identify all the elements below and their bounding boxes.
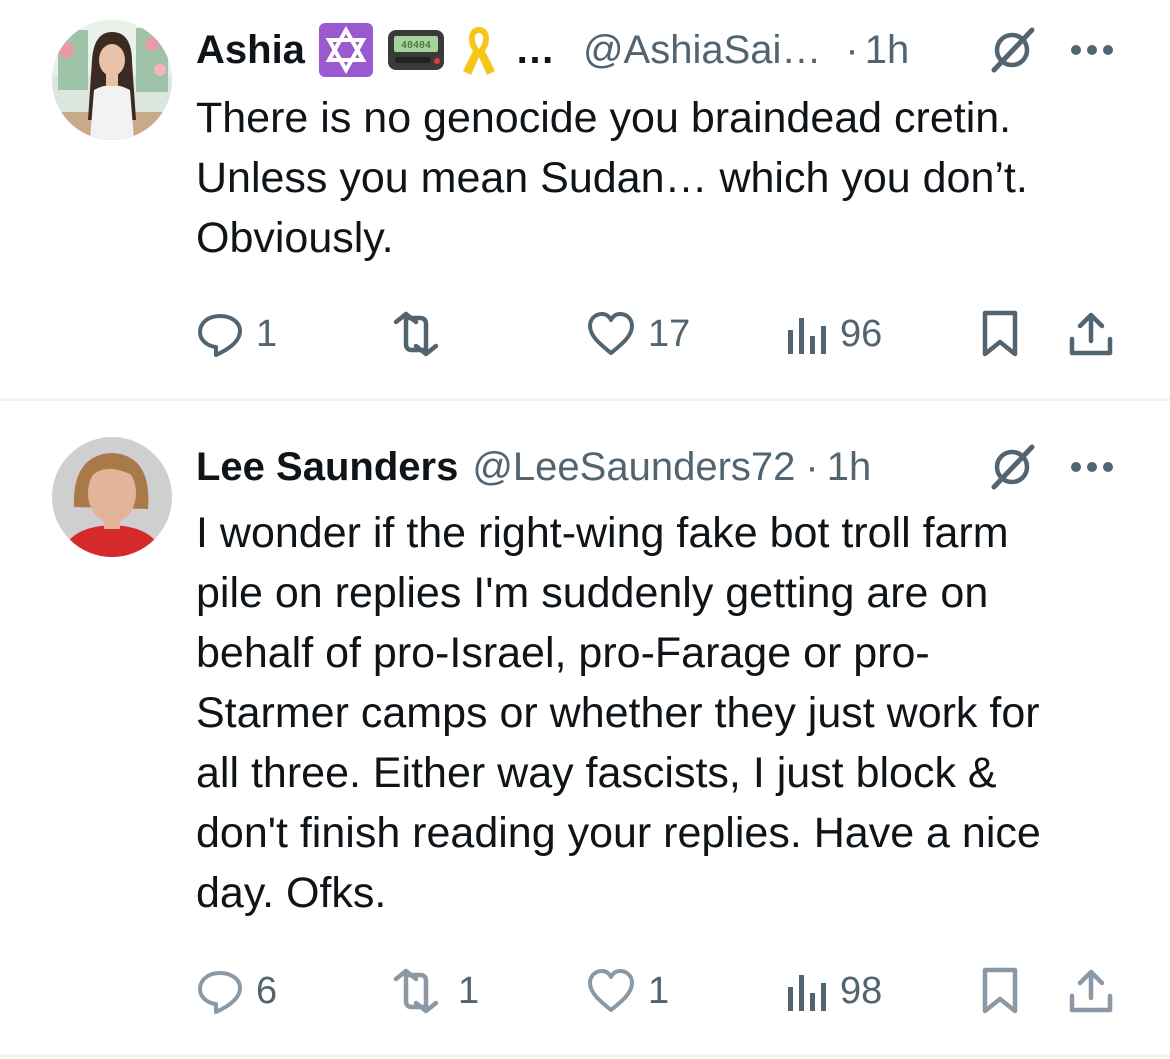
action-bar: 6 1 1 98 — [196, 961, 1116, 1021]
tweet-text-line: There is no genocide you braindead creti… — [196, 94, 1012, 142]
handle[interactable]: @LeeSaunders72 — [472, 445, 795, 490]
views-button[interactable]: 98 — [786, 961, 882, 1021]
display-name[interactable]: Ashia — [196, 28, 305, 73]
more-options-icon[interactable] — [1070, 461, 1114, 473]
repost-icon — [393, 968, 439, 1014]
tweet-text-line: Starmer camps or whether they just work … — [196, 689, 1040, 737]
timestamp[interactable]: 1h — [827, 445, 872, 490]
tweet-text-line: Unless you mean Sudan… which you don’t. — [196, 154, 1028, 202]
avatar[interactable] — [52, 20, 172, 140]
separator-dot: · — [805, 444, 819, 489]
reply-count: 6 — [256, 969, 278, 1012]
bookmark-button[interactable] — [980, 304, 1020, 364]
handle[interactable]: @AshiaSai… — [583, 28, 821, 73]
tweet-text-line: day. Ofks. — [196, 869, 387, 917]
share-icon — [1069, 312, 1113, 356]
tweet-text-line: don't finish reading your replies. Have … — [196, 809, 1041, 857]
tweet-text-line: pile on replies I'm suddenly getting are… — [196, 569, 989, 617]
bookmark-button[interactable] — [980, 961, 1020, 1021]
grok-icon[interactable] — [988, 443, 1036, 491]
repost-button[interactable]: 1 — [386, 961, 479, 1021]
reply-icon — [198, 314, 242, 357]
pager-display-text: 40404 — [401, 40, 431, 51]
like-count: 1 — [648, 969, 670, 1012]
action-bar: 1 17 96 — [196, 304, 1116, 364]
tweet-text-line: I wonder if the right-wing fake bot trol… — [196, 509, 1009, 557]
header-actions — [988, 20, 1114, 80]
tweet-divider — [0, 1054, 1170, 1057]
like-button[interactable]: 1 — [586, 961, 669, 1021]
tweet-text-line: behalf of pro-Israel, pro-Farage or pro- — [196, 629, 930, 677]
name-ellipsis: … — [514, 27, 555, 72]
grok-icon[interactable] — [988, 26, 1036, 74]
analytics-icon — [788, 975, 826, 1011]
share-button[interactable] — [1068, 961, 1114, 1021]
avatar[interactable] — [52, 437, 172, 557]
yellow-ribbon-icon — [459, 23, 499, 77]
timestamp[interactable]: 1h — [865, 28, 910, 73]
tweet-text-line: Obviously. — [196, 214, 394, 262]
like-count: 17 — [648, 312, 691, 355]
repost-icon — [393, 311, 439, 357]
tweet-ashia[interactable]: Ashia 40404 … @AshiaSai… · 1h There is n… — [0, 0, 1170, 400]
pager-icon: 40404 — [387, 28, 445, 72]
tweet-header: Lee Saunders @LeeSaunders72 · 1h — [196, 437, 1114, 497]
heart-icon — [588, 312, 634, 355]
display-name[interactable]: Lee Saunders — [196, 445, 458, 490]
heart-icon — [588, 969, 634, 1012]
tweet-text: There is no genocide you braindead creti… — [196, 88, 1136, 268]
view-count: 98 — [840, 969, 883, 1012]
share-icon — [1069, 969, 1113, 1013]
views-button[interactable]: 96 — [786, 304, 882, 364]
star-of-david-icon — [318, 23, 373, 77]
reply-icon — [198, 971, 242, 1014]
tweet-text-line: all three. Either way fascists, I just b… — [196, 749, 997, 797]
bookmark-icon — [982, 310, 1018, 357]
like-button[interactable]: 17 — [586, 304, 690, 364]
reply-button[interactable]: 6 — [196, 961, 277, 1021]
repost-button[interactable] — [386, 304, 458, 364]
header-actions — [988, 437, 1114, 497]
tweet-text: I wonder if the right-wing fake bot trol… — [196, 503, 1136, 923]
reply-button[interactable]: 1 — [196, 304, 277, 364]
bookmark-icon — [982, 967, 1018, 1014]
tweet-header: Ashia 40404 … @AshiaSai… · 1h — [196, 20, 1114, 80]
separator-dot: · — [845, 27, 859, 72]
repost-count: 1 — [458, 969, 480, 1012]
share-button[interactable] — [1068, 304, 1114, 364]
reply-count: 1 — [256, 312, 278, 355]
analytics-icon — [788, 318, 826, 354]
view-count: 96 — [840, 312, 883, 355]
tweet-lee-saunders[interactable]: Lee Saunders @LeeSaunders72 · 1h I wonde… — [0, 401, 1170, 1056]
more-options-icon[interactable] — [1070, 44, 1114, 56]
